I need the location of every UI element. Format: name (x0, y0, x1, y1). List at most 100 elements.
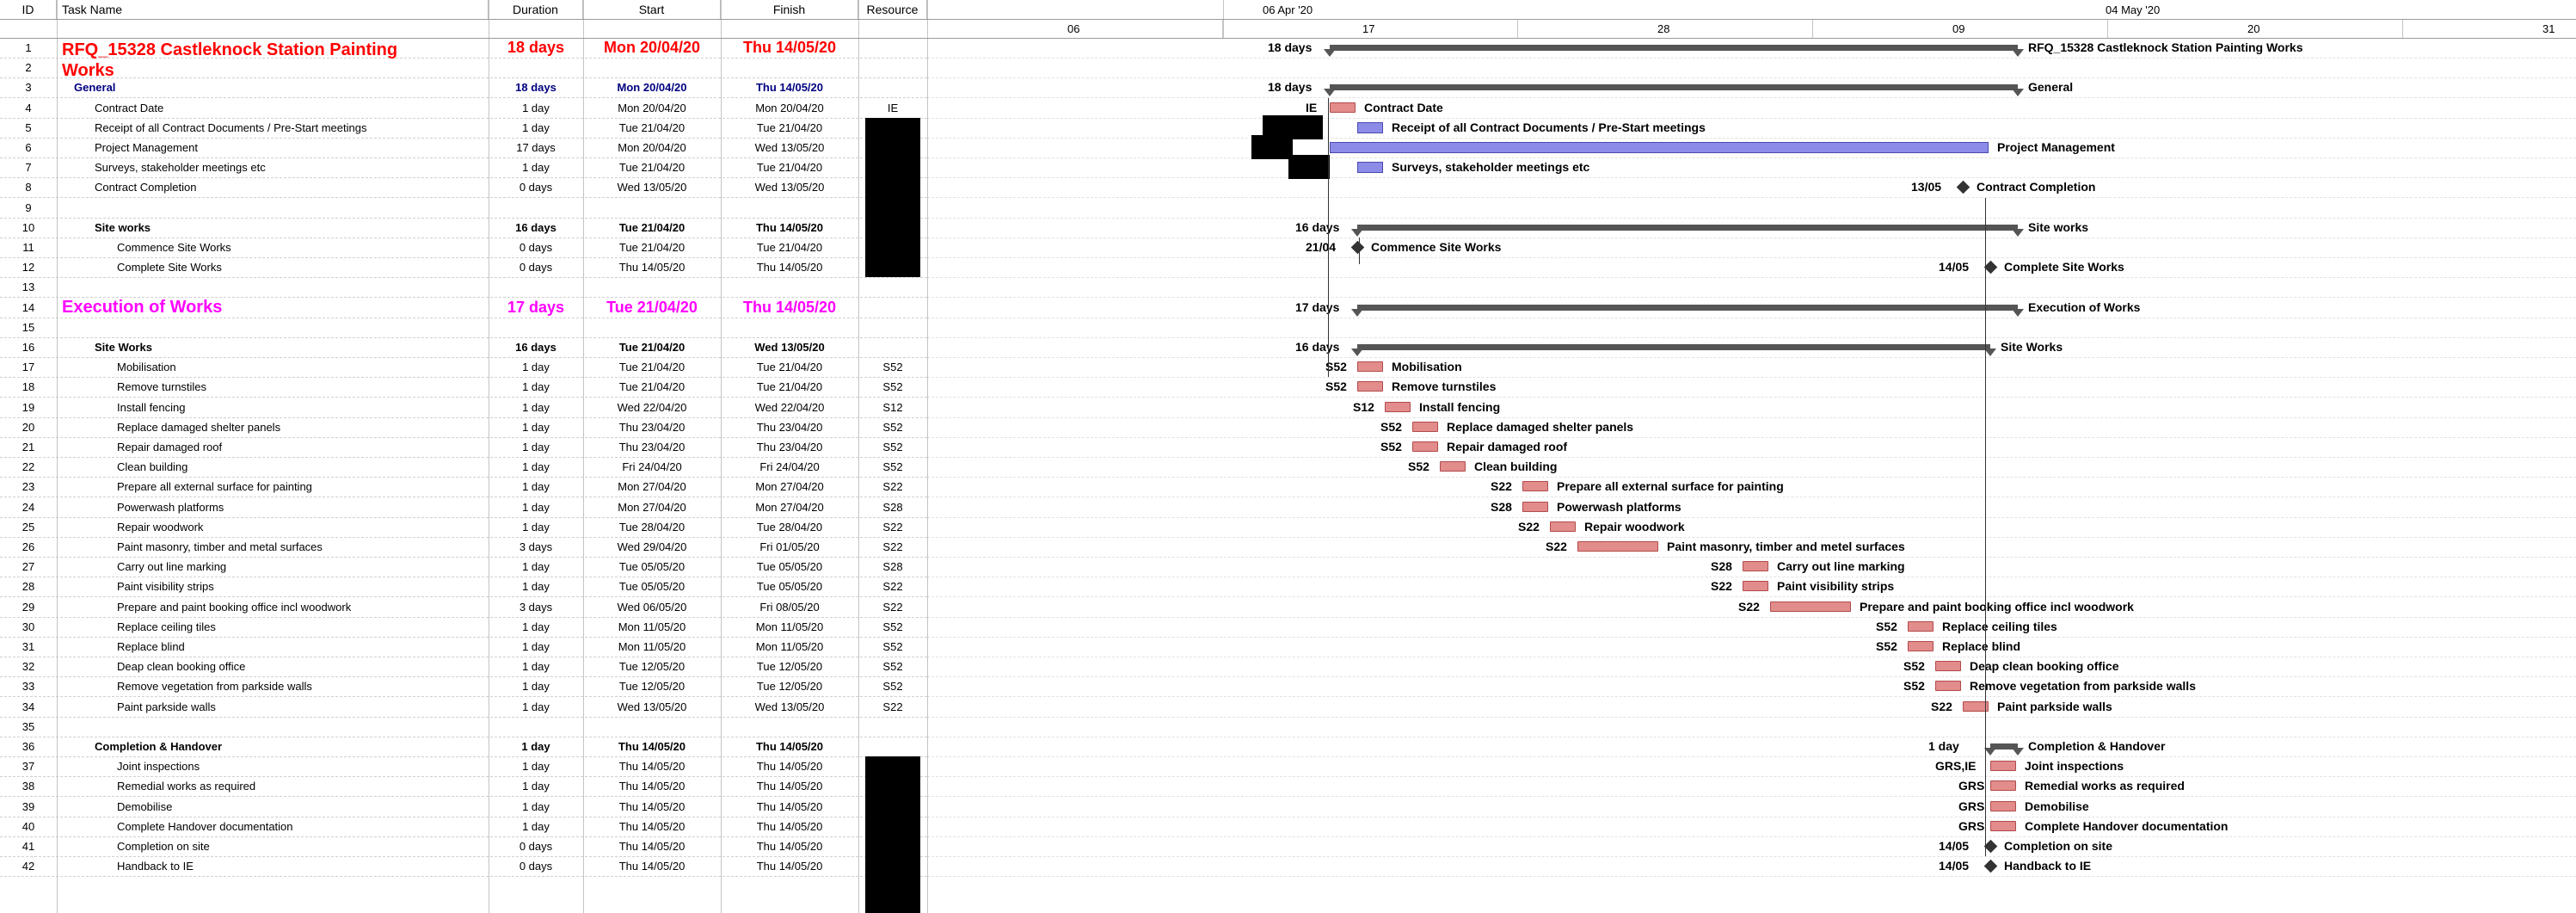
task-name-cell[interactable]: Commence Site Works (57, 238, 489, 257)
task-name-cell[interactable]: Paint masonry, timber and metal surfaces (57, 537, 489, 557)
gantt-bar-33[interactable] (1935, 681, 1961, 692)
start-cell[interactable] (583, 318, 721, 337)
duration-cell[interactable] (489, 318, 583, 337)
finish-cell[interactable]: Tue 12/05/20 (721, 676, 858, 696)
start-cell[interactable]: Tue 21/04/20 (583, 377, 721, 397)
task-name-cell[interactable]: Demobilise (57, 797, 489, 817)
gantt-bar-41[interactable] (1983, 839, 1998, 854)
finish-cell[interactable] (721, 58, 858, 77)
gantt-bar-27[interactable] (1743, 561, 1768, 572)
task-name-cell[interactable]: Contract Date (57, 98, 489, 118)
task-name-cell[interactable]: Mobilisation (57, 357, 489, 377)
gantt-bar-1[interactable] (1330, 45, 2018, 51)
start-cell[interactable]: Thu 14/05/20 (583, 776, 721, 796)
resource-cell[interactable] (858, 277, 927, 297)
start-cell[interactable]: Wed 06/05/20 (583, 597, 721, 617)
finish-cell[interactable]: Thu 14/05/20 (721, 836, 858, 856)
start-cell[interactable]: Wed 29/04/20 (583, 537, 721, 557)
task-name-cell[interactable]: Paint visibility strips (57, 577, 489, 596)
finish-cell[interactable]: Tue 12/05/20 (721, 657, 858, 676)
gantt-bar-29[interactable] (1770, 601, 1851, 612)
task-name-cell[interactable]: Remove vegetation from parkside walls (57, 676, 489, 696)
task-name-cell[interactable] (57, 277, 489, 297)
gantt-bar-26[interactable] (1577, 541, 1658, 552)
task-name-cell[interactable] (57, 318, 489, 337)
gantt-bar-31[interactable] (1908, 641, 1934, 651)
task-name-cell[interactable]: Site Works (57, 337, 489, 357)
task-name-cell[interactable]: Project Management (57, 138, 489, 157)
duration-cell[interactable]: 1 day (489, 617, 583, 637)
gantt-bar-8[interactable] (1956, 181, 1970, 194)
col-header-id[interactable]: ID (0, 0, 57, 19)
duration-cell[interactable] (489, 58, 583, 77)
duration-cell[interactable]: 0 days (489, 257, 583, 277)
finish-cell[interactable]: Thu 14/05/20 (721, 817, 858, 836)
duration-cell[interactable]: 1 day (489, 697, 583, 717)
finish-cell[interactable]: Tue 21/04/20 (721, 157, 858, 177)
task-name-cell[interactable]: Powerwash platforms (57, 497, 489, 517)
start-cell[interactable] (583, 277, 721, 297)
duration-cell[interactable]: 1 day (489, 157, 583, 177)
start-cell[interactable]: Tue 21/04/20 (583, 238, 721, 257)
col-header-resource[interactable]: Resource (858, 0, 927, 19)
resource-cell[interactable]: S52 (858, 457, 927, 477)
start-cell[interactable]: Tue 12/05/20 (583, 657, 721, 676)
task-name-cell[interactable]: Replace damaged shelter panels (57, 417, 489, 437)
start-cell[interactable]: Tue 05/05/20 (583, 577, 721, 596)
duration-cell[interactable]: 3 days (489, 597, 583, 617)
finish-cell[interactable]: Tue 21/04/20 (721, 377, 858, 397)
col-header-finish[interactable]: Finish (721, 0, 858, 19)
start-cell[interactable]: Mon 11/05/20 (583, 617, 721, 637)
task-name-cell[interactable]: Remove turnstiles (57, 377, 489, 397)
start-cell[interactable]: Thu 14/05/20 (583, 756, 721, 776)
duration-cell[interactable]: 1 day (489, 557, 583, 577)
duration-cell[interactable]: 0 days (489, 177, 583, 197)
start-cell[interactable]: Tue 21/04/20 (583, 298, 721, 318)
duration-cell[interactable]: 1 day (489, 477, 583, 497)
start-cell[interactable]: Thu 23/04/20 (583, 417, 721, 437)
finish-cell[interactable]: Thu 14/05/20 (721, 77, 858, 97)
finish-cell[interactable]: Tue 05/05/20 (721, 577, 858, 596)
finish-cell[interactable]: Wed 13/05/20 (721, 697, 858, 717)
start-cell[interactable]: Mon 20/04/20 (583, 98, 721, 118)
gantt-bar-24[interactable] (1522, 501, 1548, 512)
duration-cell[interactable]: 1 day (489, 398, 583, 417)
task-name-cell[interactable]: Replace ceiling tiles (57, 617, 489, 637)
gantt-bar-3[interactable] (1330, 84, 2018, 91)
duration-cell[interactable]: 1 day (489, 756, 583, 776)
finish-cell[interactable]: Tue 28/04/20 (721, 517, 858, 537)
gantt-bar-12[interactable] (1983, 260, 1998, 275)
start-cell[interactable]: Mon 27/04/20 (583, 497, 721, 517)
start-cell[interactable]: Thu 14/05/20 (583, 856, 721, 876)
finish-cell[interactable]: Thu 14/05/20 (721, 218, 858, 238)
task-name-cell[interactable]: Paint parkside walls (57, 697, 489, 717)
duration-cell[interactable]: 0 days (489, 856, 583, 876)
duration-cell[interactable]: 1 day (489, 357, 583, 377)
gantt-bar-32[interactable] (1935, 661, 1961, 672)
duration-cell[interactable]: 1 day (489, 737, 583, 756)
start-cell[interactable]: Mon 20/04/20 (583, 77, 721, 97)
resource-cell[interactable] (858, 77, 927, 97)
resource-cell[interactable]: S12 (858, 398, 927, 417)
duration-cell[interactable]: 1 day (489, 118, 583, 138)
gantt-bar-5[interactable] (1357, 121, 1383, 133)
task-name-cell[interactable]: Execution of Works (57, 298, 489, 318)
resource-cell[interactable]: S52 (858, 377, 927, 397)
finish-cell[interactable]: Tue 21/04/20 (721, 238, 858, 257)
task-name-cell[interactable]: Prepare and paint booking office incl wo… (57, 597, 489, 617)
start-cell[interactable]: Wed 22/04/20 (583, 398, 721, 417)
resource-cell[interactable] (858, 298, 927, 318)
duration-cell[interactable]: 1 day (489, 776, 583, 796)
finish-cell[interactable]: Tue 21/04/20 (721, 118, 858, 138)
gantt-bar-21[interactable] (1412, 441, 1438, 452)
col-header-duration[interactable]: Duration (489, 0, 583, 19)
task-name-cell[interactable]: Replace blind (57, 637, 489, 657)
gantt-bar-11[interactable] (1350, 240, 1365, 255)
finish-cell[interactable] (721, 277, 858, 297)
duration-cell[interactable]: 1 day (489, 657, 583, 676)
task-name-cell[interactable]: Receipt of all Contract Documents / Pre-… (57, 118, 489, 138)
finish-cell[interactable] (721, 198, 858, 218)
gantt-bar-39[interactable] (1990, 800, 2016, 811)
gantt-bar-10[interactable] (1357, 224, 2018, 231)
task-name-cell[interactable]: Site works (57, 218, 489, 238)
